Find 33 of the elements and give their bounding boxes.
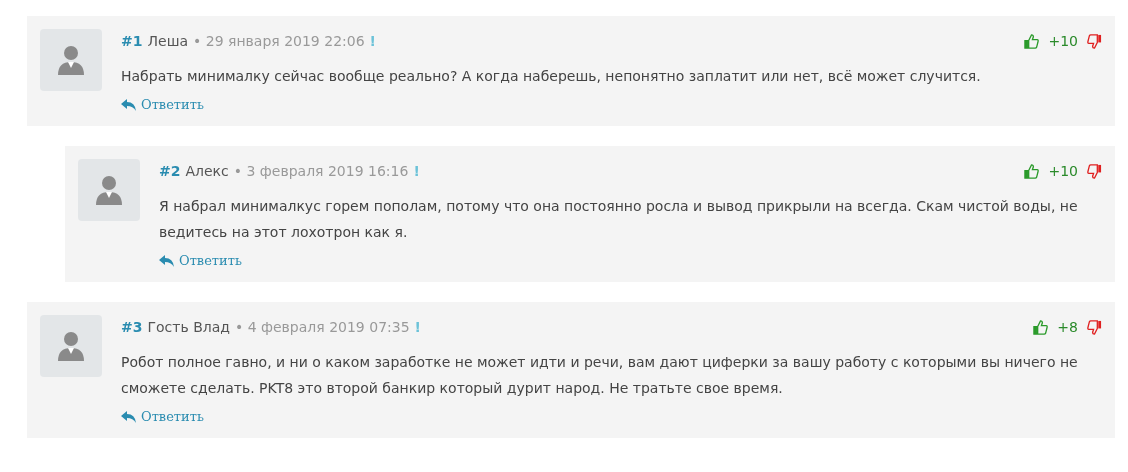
report-link[interactable]: ! (369, 33, 376, 49)
thumbs-up-icon[interactable] (1024, 33, 1040, 49)
comment-date: • 4 февраля 2019 07:35 (234, 319, 410, 335)
author-name: Гость Влад (147, 319, 230, 335)
comment-number[interactable]: #2 (159, 163, 181, 179)
comment-text: Я набрал минималкус горем пополам, потому что она постоянно росла и вывод прикрыли на всегда. Скам чистой воды, не ведитесь на этот лохотрон как я. (159, 197, 1079, 242)
thumbs-down-icon[interactable] (1087, 33, 1102, 49)
avatar-icon (78, 159, 140, 221)
reply-arrow-icon[interactable] (121, 97, 137, 112)
vote-score: +8 (1057, 319, 1078, 335)
comment-number[interactable]: #3 (121, 319, 143, 335)
reply-arrow-icon[interactable] (121, 409, 137, 424)
report-link[interactable]: ! (414, 319, 421, 335)
reply-link[interactable]: Ответить (141, 97, 204, 112)
author-name: Леша (147, 33, 188, 49)
author-name: Алекс (185, 163, 229, 179)
thumbs-up-icon[interactable] (1024, 163, 1040, 179)
vote-score: +10 (1048, 163, 1078, 179)
comment-number[interactable]: #1 (121, 33, 143, 49)
thumbs-down-icon[interactable] (1087, 319, 1102, 335)
reply-link[interactable]: Ответить (179, 253, 242, 268)
comment-text: Набрать минималку сейчас вообще реально? А когда наберешь, непонятно заплатит или нет, всё может случится. (121, 67, 982, 86)
report-link[interactable]: ! (413, 163, 420, 179)
avatar-icon (40, 29, 102, 91)
reply-arrow-icon[interactable] (159, 253, 175, 268)
thumbs-down-icon[interactable] (1087, 163, 1102, 179)
thumbs-up-icon[interactable] (1033, 319, 1049, 335)
comment-date: • 29 января 2019 22:06 (193, 33, 365, 49)
reply-link[interactable]: Ответить (141, 409, 204, 424)
comment-date: • 3 февраля 2019 16:16 (233, 163, 409, 179)
vote-score: +10 (1048, 33, 1078, 49)
comment-text: Робот полное гавно, и ни о каком заработке не может идти и речи, вам дают циферки за вашу работу с которыми вы ничего не сможете сделать. PKT8 это второй банкир который дурит народ. Не тратьте свое время. (121, 353, 1079, 398)
avatar-icon (40, 315, 102, 377)
